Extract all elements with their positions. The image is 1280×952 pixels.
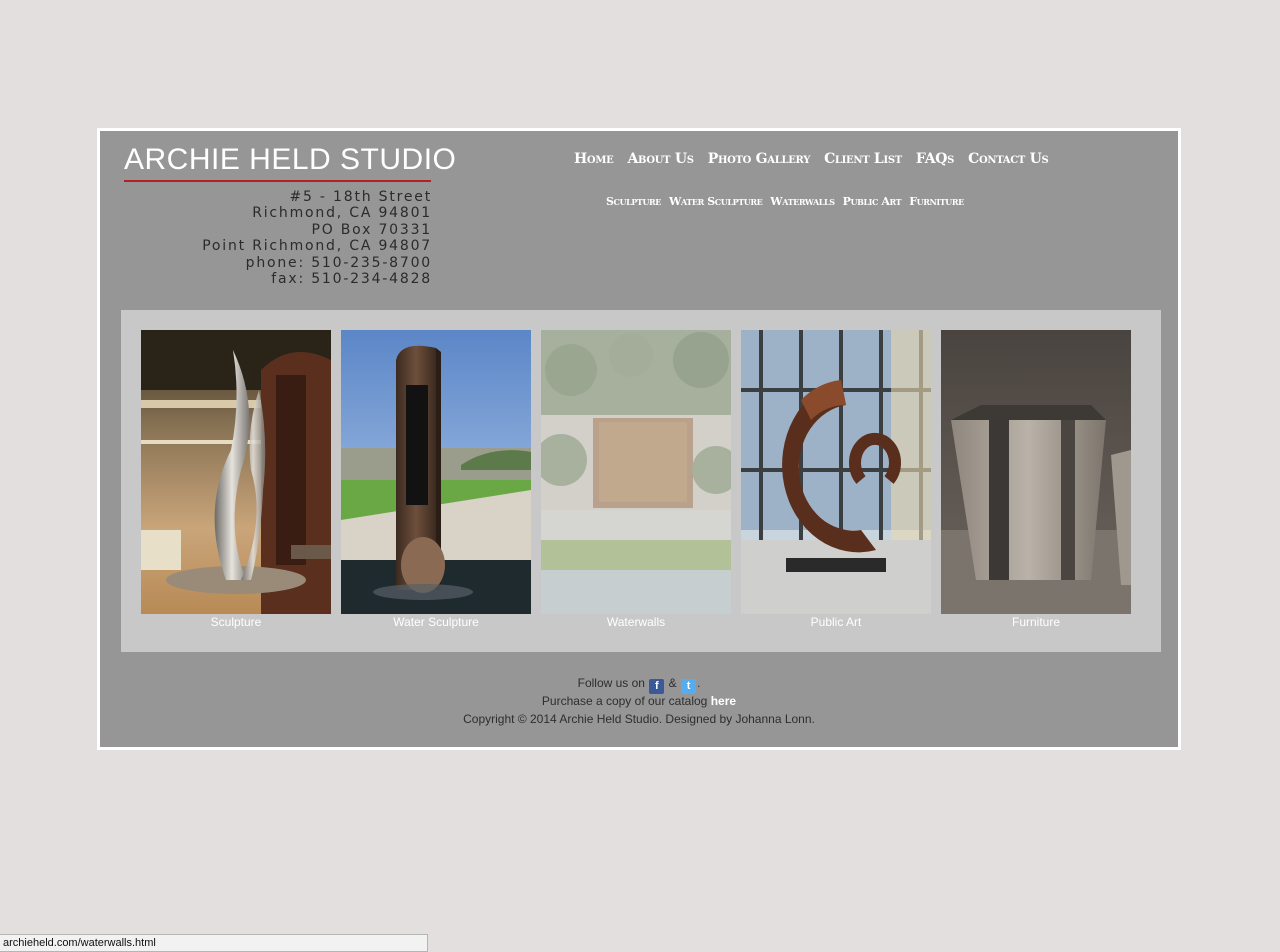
waterwalls-image	[541, 330, 731, 614]
public-art-photo[interactable]	[741, 330, 931, 614]
catalog-line: Purchase a copy of our catalog here	[100, 692, 1178, 710]
period-text: .	[697, 676, 701, 690]
nav-contact-us[interactable]: Contact Us	[968, 151, 1049, 167]
nav-photo-gallery[interactable]: Photo Gallery	[708, 151, 811, 167]
gallery-label-furniture[interactable]: Furniture	[941, 615, 1131, 629]
copyright-text: Copyright © 2014 Archie Held Studio. Des…	[463, 712, 815, 726]
sculpture-image	[141, 330, 331, 614]
subnav-public-art[interactable]: Public Art	[843, 195, 902, 208]
subnav-water-sculpture[interactable]: Water Sculpture	[669, 195, 763, 208]
water-sculpture-photo[interactable]	[341, 330, 531, 614]
gallery-label-public-art[interactable]: Public Art	[741, 615, 931, 629]
gallery-card-public-art[interactable]: Public Art	[741, 330, 931, 629]
subnav-waterwalls[interactable]: Waterwalls	[770, 195, 835, 208]
gallery-label-waterwalls[interactable]: Waterwalls	[541, 615, 731, 629]
nav-home[interactable]: Home	[574, 151, 614, 167]
follow-line: Follow us on f & t.	[100, 674, 1178, 694]
address-line: Richmond, CA 94801	[252, 205, 432, 222]
catalog-text: Purchase a copy of our catalog	[541, 694, 708, 708]
furniture-image	[941, 330, 1131, 614]
nav-client-list[interactable]: Client List	[824, 151, 902, 167]
catalog-link[interactable]: here	[711, 694, 736, 708]
category-gallery: Sculpture Water Sculpture Waterwalls Pub…	[121, 310, 1161, 652]
subnav-sculpture[interactable]: Sculpture	[606, 195, 661, 208]
address-line: Point Richmond, CA 94807	[202, 238, 432, 255]
gallery-card-water-sculpture[interactable]: Water Sculpture	[341, 330, 531, 629]
gallery-card-furniture[interactable]: Furniture	[941, 330, 1131, 629]
sculpture-photo[interactable]	[141, 330, 331, 614]
phone-line: phone: 510-235-8700	[245, 254, 432, 271]
gallery-card-waterwalls[interactable]: Waterwalls	[541, 330, 731, 629]
furniture-photo[interactable]	[941, 330, 1131, 614]
public-art-image	[741, 330, 931, 614]
address-line: #5 - 18th Street	[289, 189, 432, 205]
gallery-subnavigation: Sculpture Water Sculpture Waterwalls Pub…	[606, 195, 964, 208]
follow-text: Follow us on	[577, 676, 645, 690]
waterwalls-photo[interactable]	[541, 330, 731, 614]
gallery-label-sculpture[interactable]: Sculpture	[141, 615, 331, 629]
studio-address: #5 - 18th Street Richmond, CA 94801 PO B…	[190, 189, 432, 287]
nav-faqs[interactable]: FAQs	[916, 151, 955, 167]
ampersand-text: &	[668, 676, 677, 690]
main-navigation: Home About Us Photo Gallery Client List …	[574, 151, 1049, 167]
fax-line: fax: 510-234-4828	[271, 271, 432, 288]
logo-underline	[124, 180, 431, 182]
gallery-card-sculpture[interactable]: Sculpture	[141, 330, 331, 629]
gallery-label-water-sculpture[interactable]: Water Sculpture	[341, 615, 531, 629]
site-footer: Follow us on f & t. Purchase a copy of o…	[100, 674, 1178, 728]
address-line: PO Box 70331	[311, 221, 432, 238]
subnav-furniture[interactable]: Furniture	[909, 195, 964, 208]
site-container: ARCHIE HELD STUDIO #5 - 18th Street Rich…	[97, 128, 1181, 750]
water-sculpture-image	[341, 330, 531, 614]
nav-about-us[interactable]: About Us	[627, 151, 694, 167]
site-logo[interactable]: ARCHIE HELD STUDIO	[124, 143, 456, 177]
browser-status-bar: archieheld.com/waterwalls.html	[0, 934, 428, 952]
